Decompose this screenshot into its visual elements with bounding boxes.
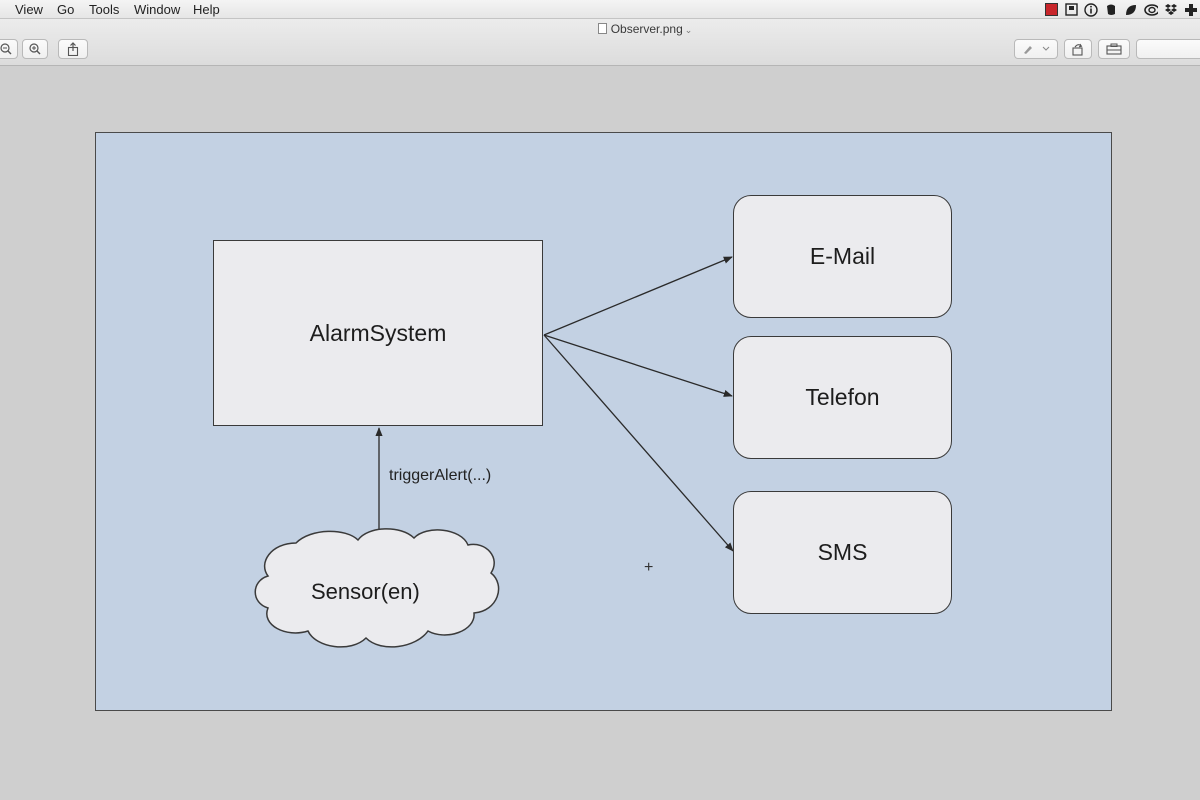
document-icon (597, 23, 607, 34)
dropbox-icon[interactable] (1164, 3, 1178, 17)
email-label: E-Mail (809, 243, 876, 269)
markup-button[interactable] (1014, 39, 1058, 59)
crosshair-cursor-icon: + (644, 559, 654, 576)
plus-shield-icon[interactable] (1184, 3, 1198, 17)
share-icon (67, 42, 79, 56)
window-title-text: Observer.png (610, 22, 683, 36)
menu-bar: View Go Tools Window Help (0, 0, 1200, 19)
sensor-label: Sensor(en) (311, 579, 420, 604)
rotate-button[interactable] (1064, 39, 1092, 59)
menu-go[interactable]: Go (57, 2, 74, 17)
window-title[interactable]: Observer.png ⌄ (0, 22, 1200, 36)
evernote-icon[interactable] (1104, 3, 1118, 17)
chevron-down-icon: ⌄ (684, 25, 693, 35)
telefon-label: Telefon (805, 384, 880, 410)
sms-box: SMS (733, 491, 952, 614)
sms-label: SMS (817, 539, 868, 565)
record-icon[interactable] (1044, 3, 1058, 17)
rotate-icon (1072, 43, 1083, 56)
alarm-system-box: AlarmSystem (213, 240, 543, 426)
image-canvas: AlarmSystem E-Mail Telefon SMS triggerAl… (95, 132, 1112, 711)
leaf-icon[interactable] (1124, 3, 1138, 17)
alarm-system-label: AlarmSystem (309, 319, 447, 346)
zoom-out-icon (0, 43, 12, 55)
window-toolbar: Observer.png ⌄ (0, 19, 1200, 66)
status-tray (1044, 1, 1198, 18)
email-box: E-Mail (733, 195, 952, 318)
search-field[interactable] (1136, 39, 1200, 59)
arrow-to-telefon (543, 334, 733, 397)
trigger-alert-label: triggerAlert(...) (389, 467, 492, 484)
toolbox-button[interactable] (1098, 39, 1130, 59)
arrow-to-email (543, 256, 733, 336)
zoom-out-button[interactable] (0, 39, 18, 59)
menu-help[interactable]: Help (193, 2, 220, 17)
menu-tools[interactable]: Tools (89, 2, 119, 17)
telefon-box: Telefon (733, 336, 952, 459)
zoom-in-icon (29, 43, 41, 55)
menu-view[interactable]: View (15, 2, 43, 17)
creative-cloud-icon[interactable] (1144, 3, 1158, 17)
menu-window[interactable]: Window (134, 2, 180, 17)
disk-icon[interactable] (1064, 3, 1078, 17)
share-button[interactable] (58, 39, 88, 59)
info-icon[interactable] (1084, 2, 1098, 17)
markup-icon (1024, 46, 1050, 54)
zoom-in-button[interactable] (22, 39, 48, 59)
toolbox-icon (1106, 43, 1122, 55)
arrow-to-sms (543, 334, 734, 552)
